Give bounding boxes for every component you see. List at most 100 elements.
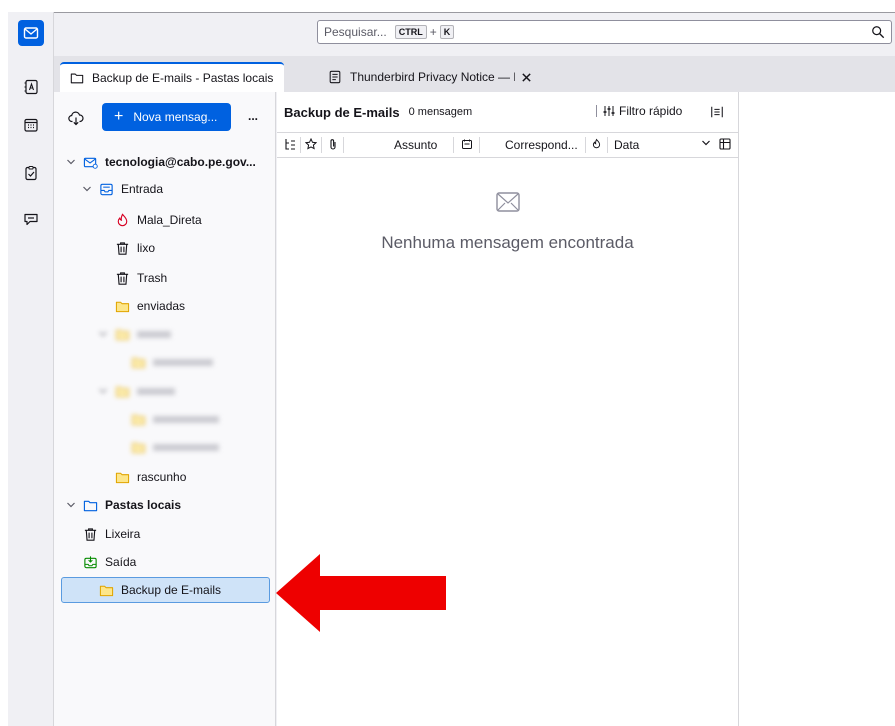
chevron-down-icon [66, 500, 78, 510]
star-column-icon[interactable] [305, 138, 317, 150]
address-book-button[interactable] [18, 74, 44, 100]
folder-local-folders[interactable]: Pastas locais [66, 492, 181, 518]
calendar-button[interactable] [18, 112, 44, 138]
chevron-down-icon [66, 157, 78, 167]
chevron-down-icon [98, 329, 110, 339]
folder-pane: + Nova mensag... ... tecnologia@cabo.pe.… [54, 92, 276, 726]
folder-redacted[interactable] [130, 434, 219, 460]
folder-icon [114, 383, 130, 399]
filter-sliders-icon [603, 106, 615, 116]
tab-label: Thunderbird Privacy Notice — Mozi [350, 70, 515, 84]
chat-icon [24, 213, 38, 226]
message-preview-pane [738, 92, 895, 726]
shortcut-plus: + [429, 25, 437, 39]
close-icon[interactable] [521, 72, 532, 83]
mail-space-button[interactable] [18, 20, 44, 46]
unread-column-icon[interactable] [461, 138, 473, 150]
folder-icon [130, 354, 146, 370]
tab-privacy-notice[interactable]: Thunderbird Privacy Notice — Mozi [318, 62, 548, 92]
outbox-icon [82, 554, 98, 570]
folder-label: rascunho [137, 470, 187, 484]
column-date[interactable]: Data [614, 138, 639, 152]
folder-account[interactable]: tecnologia@cabo.pe.gov... [66, 149, 256, 175]
folder-label: lixo [137, 241, 156, 255]
empty-state: Nenhuma mensagem encontrada [277, 192, 738, 253]
folder-redacted[interactable] [130, 406, 219, 432]
new-message-label: Nova mensag... [133, 110, 218, 124]
display-options-button[interactable] [710, 105, 724, 119]
folder-icon [70, 71, 84, 85]
junk-status-column-icon[interactable] [591, 138, 602, 150]
folder-label: tecnologia@cabo.pe.gov... [105, 155, 256, 169]
tasks-button[interactable] [18, 160, 44, 186]
folder-label: Trash [137, 271, 168, 285]
folder-outbox[interactable]: Saída [82, 549, 136, 575]
column-correspondents[interactable]: Correspond... [505, 138, 578, 152]
folder-enviadas[interactable]: enviadas [114, 293, 185, 319]
address-book-icon [24, 79, 38, 95]
shortcut-key-k: K [439, 25, 455, 39]
column-header-bar: Assunto Correspond... Data [277, 132, 738, 158]
column-separator [585, 137, 586, 153]
column-picker-icon[interactable] [719, 138, 731, 150]
quick-filter-button[interactable]: Filtro rápido [596, 104, 682, 118]
folder-backup-selected[interactable]: Backup de E-mails [61, 577, 270, 603]
folder-redacted[interactable] [130, 349, 213, 375]
tasks-icon [25, 166, 37, 181]
column-separator [479, 137, 480, 153]
chevron-down-icon [82, 184, 94, 194]
mail-icon [495, 192, 520, 212]
folder-icon [114, 326, 130, 342]
column-separator [321, 137, 322, 153]
column-subject[interactable]: Assunto [394, 138, 437, 152]
search-placeholder: Pesquisar... [324, 25, 387, 39]
get-messages-button[interactable] [68, 110, 84, 126]
empty-state-text: Nenhuma mensagem encontrada [381, 233, 634, 252]
calendar-icon [24, 118, 38, 132]
divider [596, 105, 597, 117]
tab-label: Backup de E-mails - Pastas locais [92, 71, 274, 85]
inbox-icon [98, 181, 114, 197]
folder-label: Lixeira [105, 527, 141, 541]
folder-title: Backup de E-mails [284, 104, 400, 120]
plus-icon: + [114, 108, 124, 125]
folder-label: Saída [105, 555, 137, 569]
column-separator [300, 137, 301, 153]
chevron-down-icon[interactable] [701, 138, 711, 148]
chat-button[interactable] [18, 206, 44, 232]
folder-label: enviadas [137, 299, 186, 313]
document-icon [328, 70, 342, 84]
search-input[interactable]: Pesquisar... CTRL + K [317, 20, 892, 44]
new-message-button[interactable]: + Nova mensag... [102, 103, 231, 131]
folder-icon [114, 298, 130, 314]
folder-rascunho[interactable]: rascunho [114, 464, 186, 490]
column-separator [343, 137, 344, 153]
list-options-icon [711, 106, 723, 118]
folder-lixeira[interactable]: Lixeira [82, 521, 140, 547]
folder-icon [130, 411, 146, 427]
tab-backup-folder[interactable]: Backup de E-mails - Pastas locais [60, 62, 284, 92]
chevron-down-icon [98, 386, 110, 396]
folder-inbox[interactable]: Entrada [82, 176, 163, 202]
trash-icon [114, 240, 130, 256]
shortcut-key-ctrl: CTRL [394, 25, 427, 39]
trash-icon [82, 526, 98, 542]
folder-lixo[interactable]: lixo [114, 235, 155, 261]
folder-mala-direta[interactable]: Mala_Direta [114, 207, 202, 233]
trash-icon [114, 270, 130, 286]
folder-label: Entrada [121, 182, 164, 196]
folder-redacted[interactable] [98, 378, 175, 404]
folder-trash[interactable]: Trash [114, 265, 167, 291]
attachment-column-icon[interactable] [328, 138, 338, 151]
search-icon [872, 26, 885, 39]
folder-pane-menu-button[interactable]: ... [248, 109, 258, 123]
cloud-download-icon [68, 111, 84, 126]
folder-icon [130, 439, 146, 455]
folder-icon [82, 497, 98, 513]
red-arrow-annotation [276, 554, 446, 632]
folder-redacted[interactable] [98, 321, 171, 347]
thread-column-icon[interactable] [284, 138, 296, 151]
redacted-label [137, 387, 175, 395]
mail-icon [23, 27, 39, 39]
tab-bar: Backup de E-mails - Pastas locais Thunde… [54, 56, 895, 92]
